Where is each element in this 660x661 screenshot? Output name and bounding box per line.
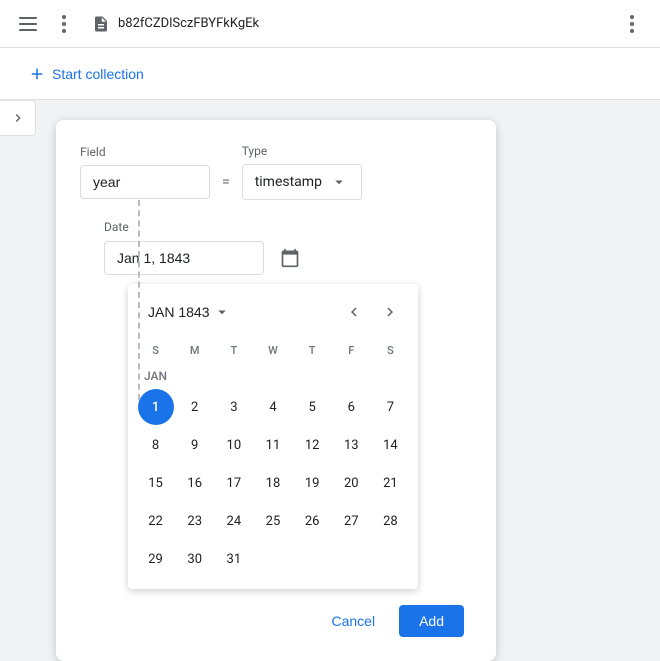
day-of-week-header: S [136, 340, 175, 361]
date-input[interactable] [104, 241, 264, 275]
calendar-day[interactable]: 23 [177, 503, 213, 539]
day-of-week-header: M [175, 340, 214, 361]
calendar-day[interactable]: 6 [333, 389, 369, 425]
day-of-week-row: SMTWTFS [128, 340, 418, 361]
day-of-week-header: T [293, 340, 332, 361]
more-dots-button[interactable] [48, 8, 80, 40]
month-year-button[interactable]: JAN 1843 [140, 299, 239, 325]
calendar-day[interactable]: 16 [177, 465, 213, 501]
calendar-header: JAN 1843 [128, 292, 418, 332]
calendar-day[interactable]: 28 [372, 503, 408, 539]
type-select[interactable]: timestamp [242, 164, 362, 200]
plus-icon [28, 65, 46, 83]
top-bar-icons [12, 8, 80, 40]
cancel-button[interactable]: Cancel [315, 605, 391, 637]
calendar-day[interactable]: 9 [177, 427, 213, 463]
calendar-day[interactable]: 18 [255, 465, 291, 501]
calendar-day[interactable]: 21 [372, 465, 408, 501]
days-grid: 1234567891011121314151617181920212223242… [128, 389, 418, 577]
calendar-dropdown: JAN 18 43 [128, 284, 418, 589]
calendar-day[interactable]: 31 [216, 541, 252, 577]
start-collection-label: Start collection [52, 66, 144, 82]
field-type-row: Field = Type timestamp [80, 144, 472, 200]
sidebar-toggle-button[interactable] [0, 100, 36, 136]
month-year-label: JAN 1843 [148, 304, 209, 320]
calendar-day[interactable]: 26 [294, 503, 330, 539]
date-input-row [104, 240, 472, 276]
calendar-day[interactable]: 8 [138, 427, 174, 463]
calendar-day[interactable]: 22 [138, 503, 174, 539]
prev-month-button[interactable] [338, 296, 370, 328]
calendar-day [294, 541, 330, 577]
month-dropdown-icon [213, 303, 231, 321]
calendar-day[interactable]: 1 [138, 389, 174, 425]
day-of-week-header: T [214, 340, 253, 361]
field-input[interactable] [80, 165, 210, 199]
field-label: Field [80, 145, 210, 159]
calendar-day[interactable]: 3 [216, 389, 252, 425]
second-bar: Start collection [0, 48, 660, 100]
calendar-day[interactable]: 5 [294, 389, 330, 425]
tab-more-button[interactable] [616, 8, 648, 40]
calendar-icon-button[interactable] [272, 240, 308, 276]
calendar-day [255, 541, 291, 577]
calendar-day[interactable]: 29 [138, 541, 174, 577]
type-value: timestamp [255, 174, 322, 190]
calendar-day[interactable]: 12 [294, 427, 330, 463]
day-of-week-header: S [371, 340, 410, 361]
equals-sign: = [222, 174, 230, 190]
next-month-button[interactable] [374, 296, 406, 328]
calendar-day[interactable]: 27 [333, 503, 369, 539]
action-buttons: Cancel Add [80, 605, 472, 637]
dashed-line [138, 200, 140, 400]
field-column: Field [80, 145, 210, 199]
date-section: Date JAN 18 43 [104, 220, 472, 589]
hamburger-menu-button[interactable] [12, 8, 44, 40]
calendar-day[interactable]: 17 [216, 465, 252, 501]
calendar-day[interactable]: 19 [294, 465, 330, 501]
calendar-day [372, 541, 408, 577]
calendar-day [333, 541, 369, 577]
calendar-day[interactable]: 20 [333, 465, 369, 501]
calendar-day[interactable]: 15 [138, 465, 174, 501]
date-label: Date [104, 220, 472, 234]
calendar-month-label: JAN [128, 365, 418, 387]
calendar-day[interactable]: 2 [177, 389, 213, 425]
start-collection-button[interactable]: Start collection [16, 57, 156, 91]
chevron-right-cal-icon [381, 303, 399, 321]
day-of-week-header: F [332, 340, 371, 361]
type-column: Type timestamp [242, 144, 362, 200]
calendar-day[interactable]: 13 [333, 427, 369, 463]
calendar-day[interactable]: 14 [372, 427, 408, 463]
chevron-left-icon [345, 303, 363, 321]
calendar-day[interactable]: 25 [255, 503, 291, 539]
day-of-week-header: W [253, 340, 292, 361]
document-icon [92, 15, 110, 33]
top-bar: b82fCZDlSczFBYFkKgEk [0, 0, 660, 48]
calendar-day[interactable]: 11 [255, 427, 291, 463]
chevron-right-icon [10, 110, 26, 126]
calendar-day[interactable]: 7 [372, 389, 408, 425]
calendar-icon [280, 248, 300, 268]
type-label: Type [242, 144, 362, 158]
add-button[interactable]: Add [399, 605, 464, 637]
calendar-day[interactable]: 30 [177, 541, 213, 577]
calendar-day[interactable]: 4 [255, 389, 291, 425]
tab-title: b82fCZDlSczFBYFkKgEk [118, 16, 608, 31]
main-content: Field = Type timestamp Date [36, 120, 660, 661]
calendar-day[interactable]: 24 [216, 503, 252, 539]
modal-card: Field = Type timestamp Date [56, 120, 496, 661]
cal-nav-buttons [338, 296, 406, 328]
calendar-day[interactable]: 10 [216, 427, 252, 463]
dropdown-arrow-icon [330, 173, 348, 191]
